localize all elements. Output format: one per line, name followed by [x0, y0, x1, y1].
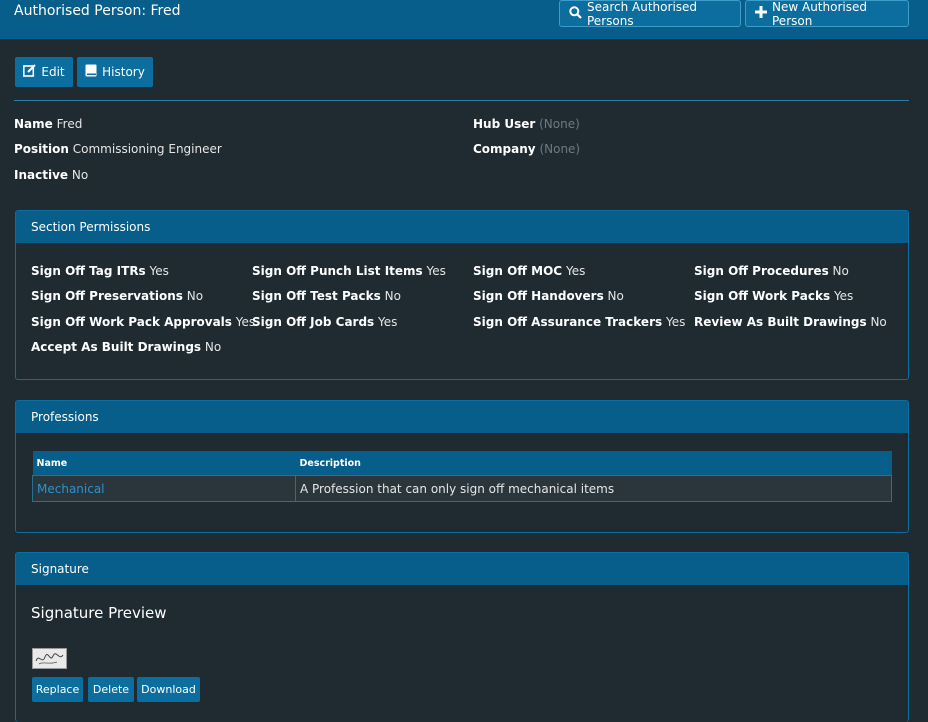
hub-user-label: Hub User — [473, 117, 536, 131]
book-icon — [85, 64, 97, 80]
professions-title: Professions — [16, 401, 908, 433]
permission-item: Sign Off Work Packs Yes — [694, 289, 854, 303]
search-button-label: Search Authorised Persons — [587, 0, 698, 28]
detail-inactive: Inactive No — [14, 168, 88, 182]
signature-title: Signature — [16, 553, 908, 585]
permission-item: Sign Off Job Cards Yes — [252, 315, 398, 329]
search-icon — [569, 5, 582, 22]
detail-hub-user: Hub User (None) — [473, 117, 580, 131]
search-authorised-persons-button[interactable]: Search Authorised Persons — [559, 0, 741, 28]
professions-panel: Professions Name Description Mechanical … — [15, 400, 909, 533]
section-permissions-title: Section Permissions — [16, 211, 908, 243]
company-label: Company — [473, 142, 536, 156]
position-value: Commissioning Engineer — [72, 142, 222, 156]
permission-item: Sign Off Preservations No — [31, 289, 204, 303]
permission-item: Sign Off Procedures No — [694, 264, 849, 278]
detail-position: Position Commissioning Engineer — [14, 142, 222, 156]
inactive-value: No — [71, 168, 89, 182]
signature-image — [32, 648, 67, 669]
plus-icon — [755, 6, 767, 21]
company-value: (None) — [539, 142, 581, 156]
permission-item: Sign Off Assurance Trackers Yes — [473, 315, 686, 329]
new-authorised-person-button[interactable]: New Authorised Person — [745, 0, 909, 28]
history-label: History — [102, 65, 145, 79]
name-label: Name — [14, 117, 53, 131]
download-button[interactable]: Download — [137, 677, 200, 702]
section-permissions-panel: Section Permissions Sign Off Tag ITRs Ye… — [15, 210, 909, 380]
profession-link[interactable]: Mechanical — [37, 482, 105, 496]
profession-name-cell: Mechanical — [32, 475, 296, 502]
inactive-label: Inactive — [14, 168, 69, 182]
position-label: Position — [14, 142, 69, 156]
name-value: Fred — [56, 117, 83, 131]
edit-icon — [23, 64, 37, 80]
table-row: Mechanical A Profession that can only si… — [32, 475, 892, 502]
permission-item: Accept As Built Drawings No — [31, 340, 222, 354]
signature-panel: Signature Signature Preview Replace Dele… — [15, 552, 909, 722]
column-header-description[interactable]: Description — [295, 451, 892, 476]
edit-label: Edit — [41, 65, 65, 79]
permission-item: Sign Off Tag ITRs Yes — [31, 264, 169, 278]
permission-item: Sign Off Work Pack Approvals Yes — [31, 315, 256, 329]
history-button[interactable]: History — [77, 57, 153, 87]
new-button-label: New Authorised Person — [772, 0, 867, 28]
permission-item: Sign Off Test Packs No — [252, 289, 401, 303]
permission-item: Sign Off MOC Yes — [473, 264, 586, 278]
delete-button[interactable]: Delete — [88, 677, 134, 702]
detail-company: Company (None) — [473, 142, 580, 156]
top-bar: Authorised Person: Fred Search Authorise… — [0, 0, 928, 39]
professions-table: Name Description Mechanical A Profession… — [32, 451, 892, 502]
replace-button[interactable]: Replace — [32, 677, 83, 702]
permission-item: Review As Built Drawings No — [694, 315, 887, 329]
profession-description-cell: A Profession that can only sign off mech… — [295, 475, 892, 502]
column-header-name[interactable]: Name — [32, 451, 296, 476]
page-title: Authorised Person: Fred — [14, 3, 181, 19]
hub-user-value: (None) — [539, 117, 580, 131]
divider — [14, 100, 909, 101]
detail-name: Name Fred — [14, 117, 82, 131]
edit-button[interactable]: Edit — [15, 57, 73, 87]
permission-item: Sign Off Handovers No — [473, 289, 624, 303]
permission-item: Sign Off Punch List Items Yes — [252, 264, 446, 278]
signature-preview-title: Signature Preview — [31, 604, 167, 622]
